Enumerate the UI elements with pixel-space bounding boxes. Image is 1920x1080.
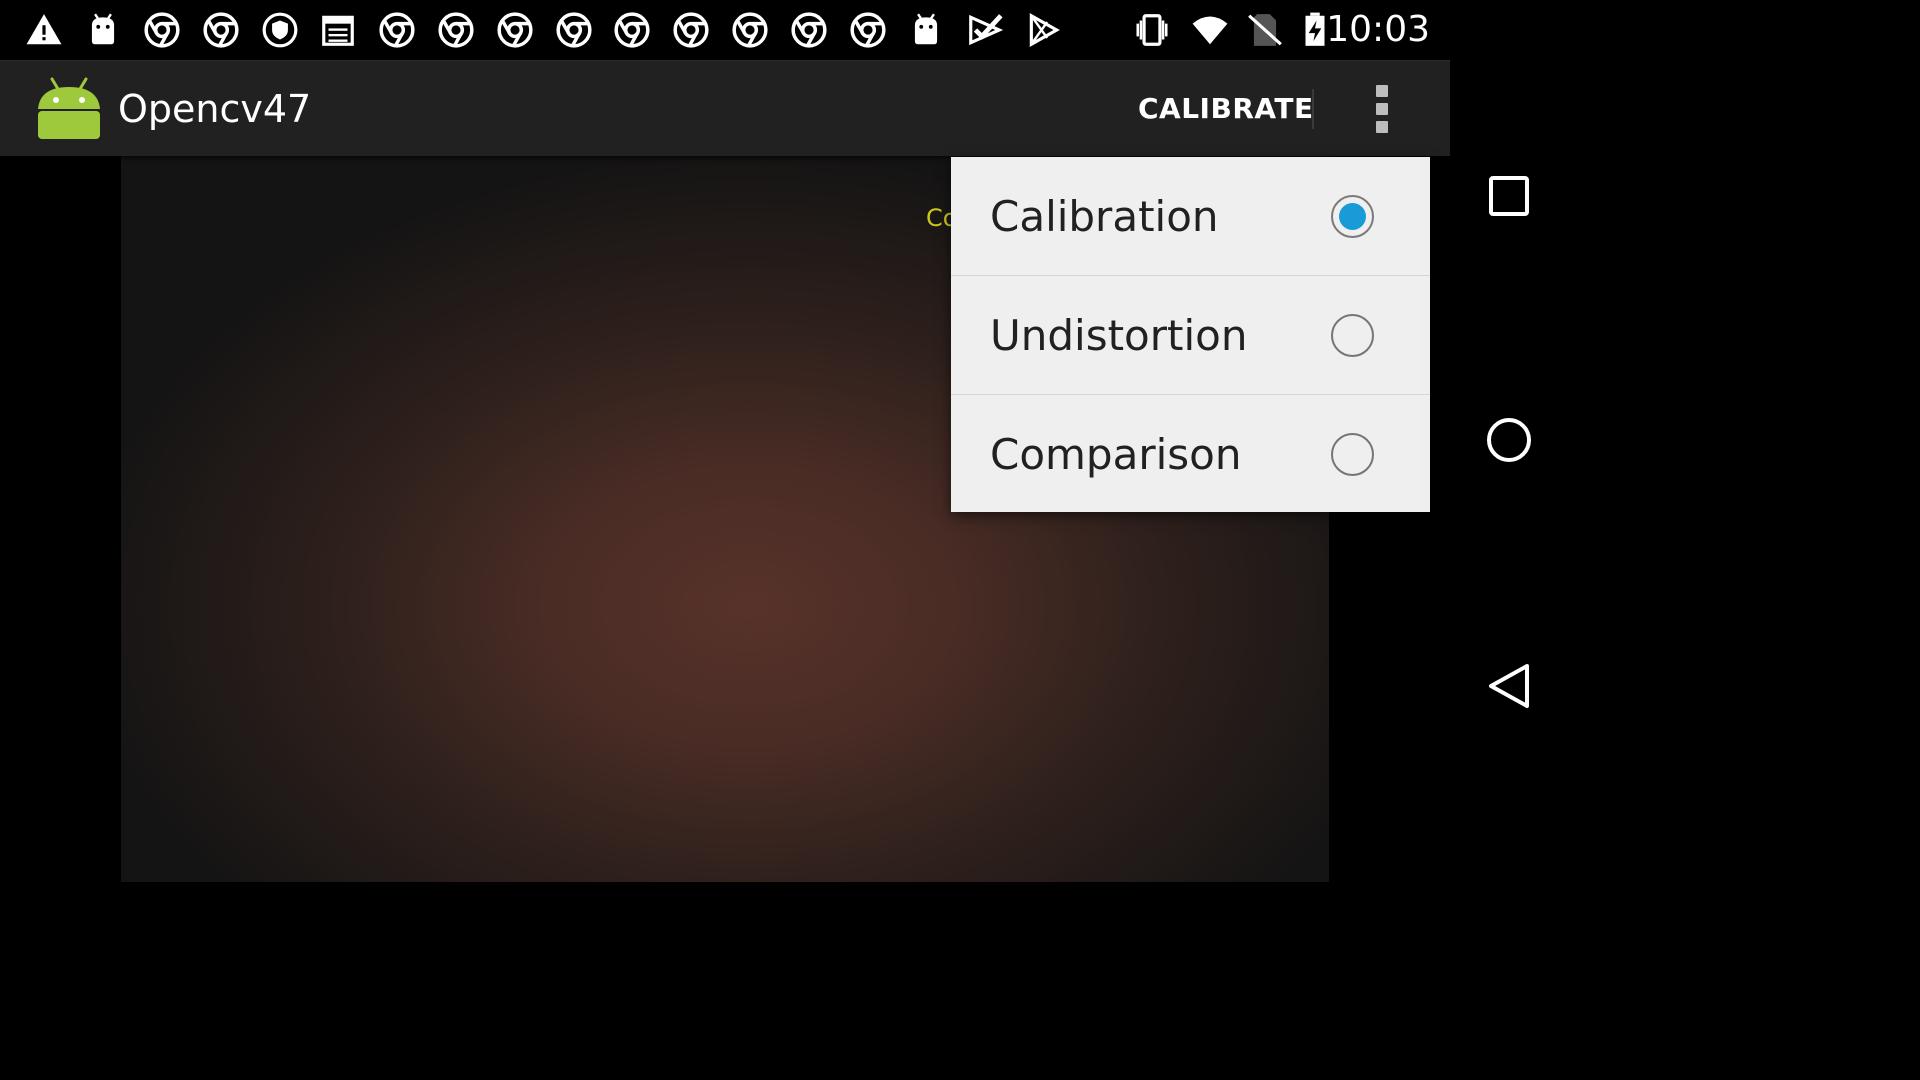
radio-button[interactable]: [1331, 433, 1374, 476]
wifi-icon: [1190, 10, 1230, 50]
chrome-icon: [848, 10, 888, 50]
chrome-icon: [554, 10, 594, 50]
check-play-icon: [965, 10, 1005, 50]
chrome-icon: [142, 10, 182, 50]
status-bar: 10:03: [0, 0, 1450, 60]
chrome-icon: [612, 10, 652, 50]
chrome-icon: [377, 10, 417, 50]
overflow-dot: [1376, 121, 1388, 133]
chrome-icon: [789, 10, 829, 50]
action-bar-divider: [1312, 89, 1314, 129]
menu-item-label: Comparison: [990, 430, 1242, 479]
recents-icon[interactable]: [1479, 166, 1539, 226]
clock: 10:03: [1326, 9, 1430, 50]
menu-item-calibration[interactable]: Calibration: [951, 157, 1430, 276]
overflow-dot: [1376, 103, 1388, 115]
overflow-dot: [1376, 85, 1388, 97]
warning-icon: [24, 10, 64, 50]
home-icon[interactable]: [1479, 410, 1539, 470]
shield-icon: [260, 10, 300, 50]
screen: 10:03 Co Opencv47 CALIBRATE Calibration …: [0, 0, 1568, 882]
chrome-icon: [495, 10, 535, 50]
app-title: Opencv47: [118, 87, 312, 131]
no-sim-icon: [1245, 10, 1285, 50]
menu-item-comparison[interactable]: Comparison: [951, 395, 1430, 512]
action-bar: Opencv47 CALIBRATE: [0, 60, 1450, 156]
android-icon: [906, 10, 946, 50]
navigation-bar: [1450, 0, 1568, 882]
menu-item-label: Calibration: [990, 192, 1219, 241]
back-icon[interactable]: [1479, 656, 1539, 716]
vibrate-icon: [1132, 10, 1172, 50]
calendar-icon: [318, 10, 358, 50]
overflow-menu-button[interactable]: [1352, 79, 1412, 139]
android-icon: [83, 10, 123, 50]
radio-dot: [1339, 203, 1366, 230]
chrome-icon: [671, 10, 711, 50]
radio-button[interactable]: [1331, 314, 1374, 357]
overflow-popup-menu: Calibration Undistortion Comparison: [951, 157, 1430, 512]
chrome-icon: [730, 10, 770, 50]
chrome-icon: [436, 10, 476, 50]
play-store-icon: [1024, 10, 1064, 50]
android-app-icon: [34, 75, 104, 143]
menu-item-undistortion[interactable]: Undistortion: [951, 276, 1430, 395]
radio-button-checked[interactable]: [1331, 195, 1374, 238]
chrome-icon: [201, 10, 241, 50]
calibrate-button[interactable]: CALIBRATE: [1124, 85, 1328, 133]
menu-item-label: Undistortion: [990, 311, 1248, 360]
